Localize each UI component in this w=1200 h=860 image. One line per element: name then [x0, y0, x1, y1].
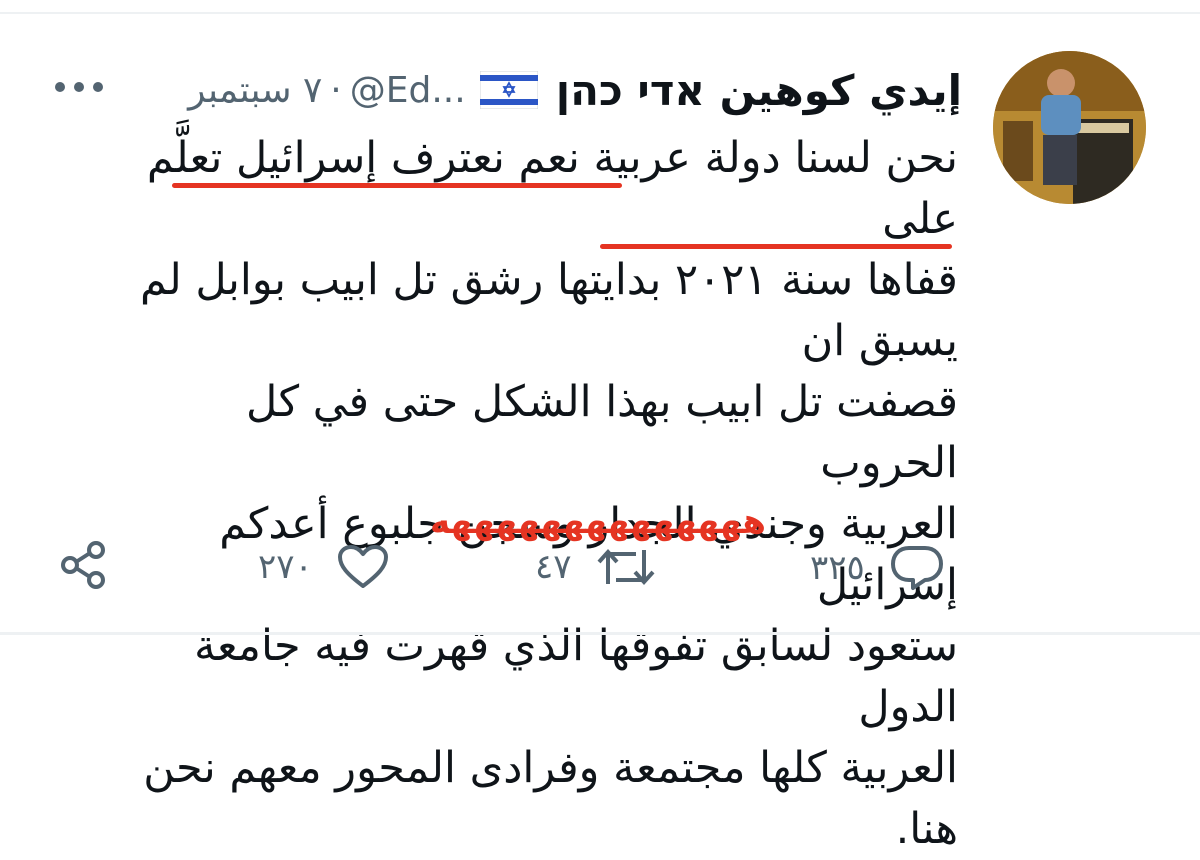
tweet-date[interactable]: ٧ سبتمبر	[188, 70, 322, 111]
like-icon	[337, 544, 389, 590]
annotation-underline	[172, 183, 622, 188]
retweet-icon	[596, 544, 656, 590]
reply-icon	[889, 544, 945, 592]
bottom-divider	[0, 632, 1200, 635]
israel-flag-icon	[479, 70, 539, 110]
tweet-header: إيدي كوهين אדי כהן @Ed... · ٧ سبتمبر	[82, 60, 962, 120]
like-count: ٢٧٠	[258, 547, 313, 587]
annotation-scribble: ههههههههههههههه	[430, 502, 769, 542]
retweet-button[interactable]: ٤٧	[535, 544, 656, 590]
avatar[interactable]	[993, 51, 1146, 204]
author-name[interactable]: إيدي كوهين אדי כהן	[556, 66, 962, 115]
reply-button[interactable]: ٣٢٥	[810, 544, 945, 592]
share-icon	[58, 540, 108, 590]
annotation-underline	[600, 244, 952, 249]
retweet-count: ٤٧	[535, 547, 572, 587]
top-divider	[0, 12, 1200, 14]
reply-count: ٣٢٥	[810, 548, 865, 588]
like-button[interactable]: ٢٧٠	[258, 544, 389, 590]
author-handle[interactable]: @Ed...	[350, 70, 466, 111]
tweet-text: نحن لسنا دولة عربية نعم نعترف إسرائيل تع…	[139, 133, 958, 854]
more-icon[interactable]	[55, 82, 103, 92]
action-bar: ٢٧٠ ٤٧ ٣٢٥	[0, 540, 1200, 610]
share-button[interactable]	[58, 540, 108, 590]
separator-dot: ·	[330, 69, 342, 111]
